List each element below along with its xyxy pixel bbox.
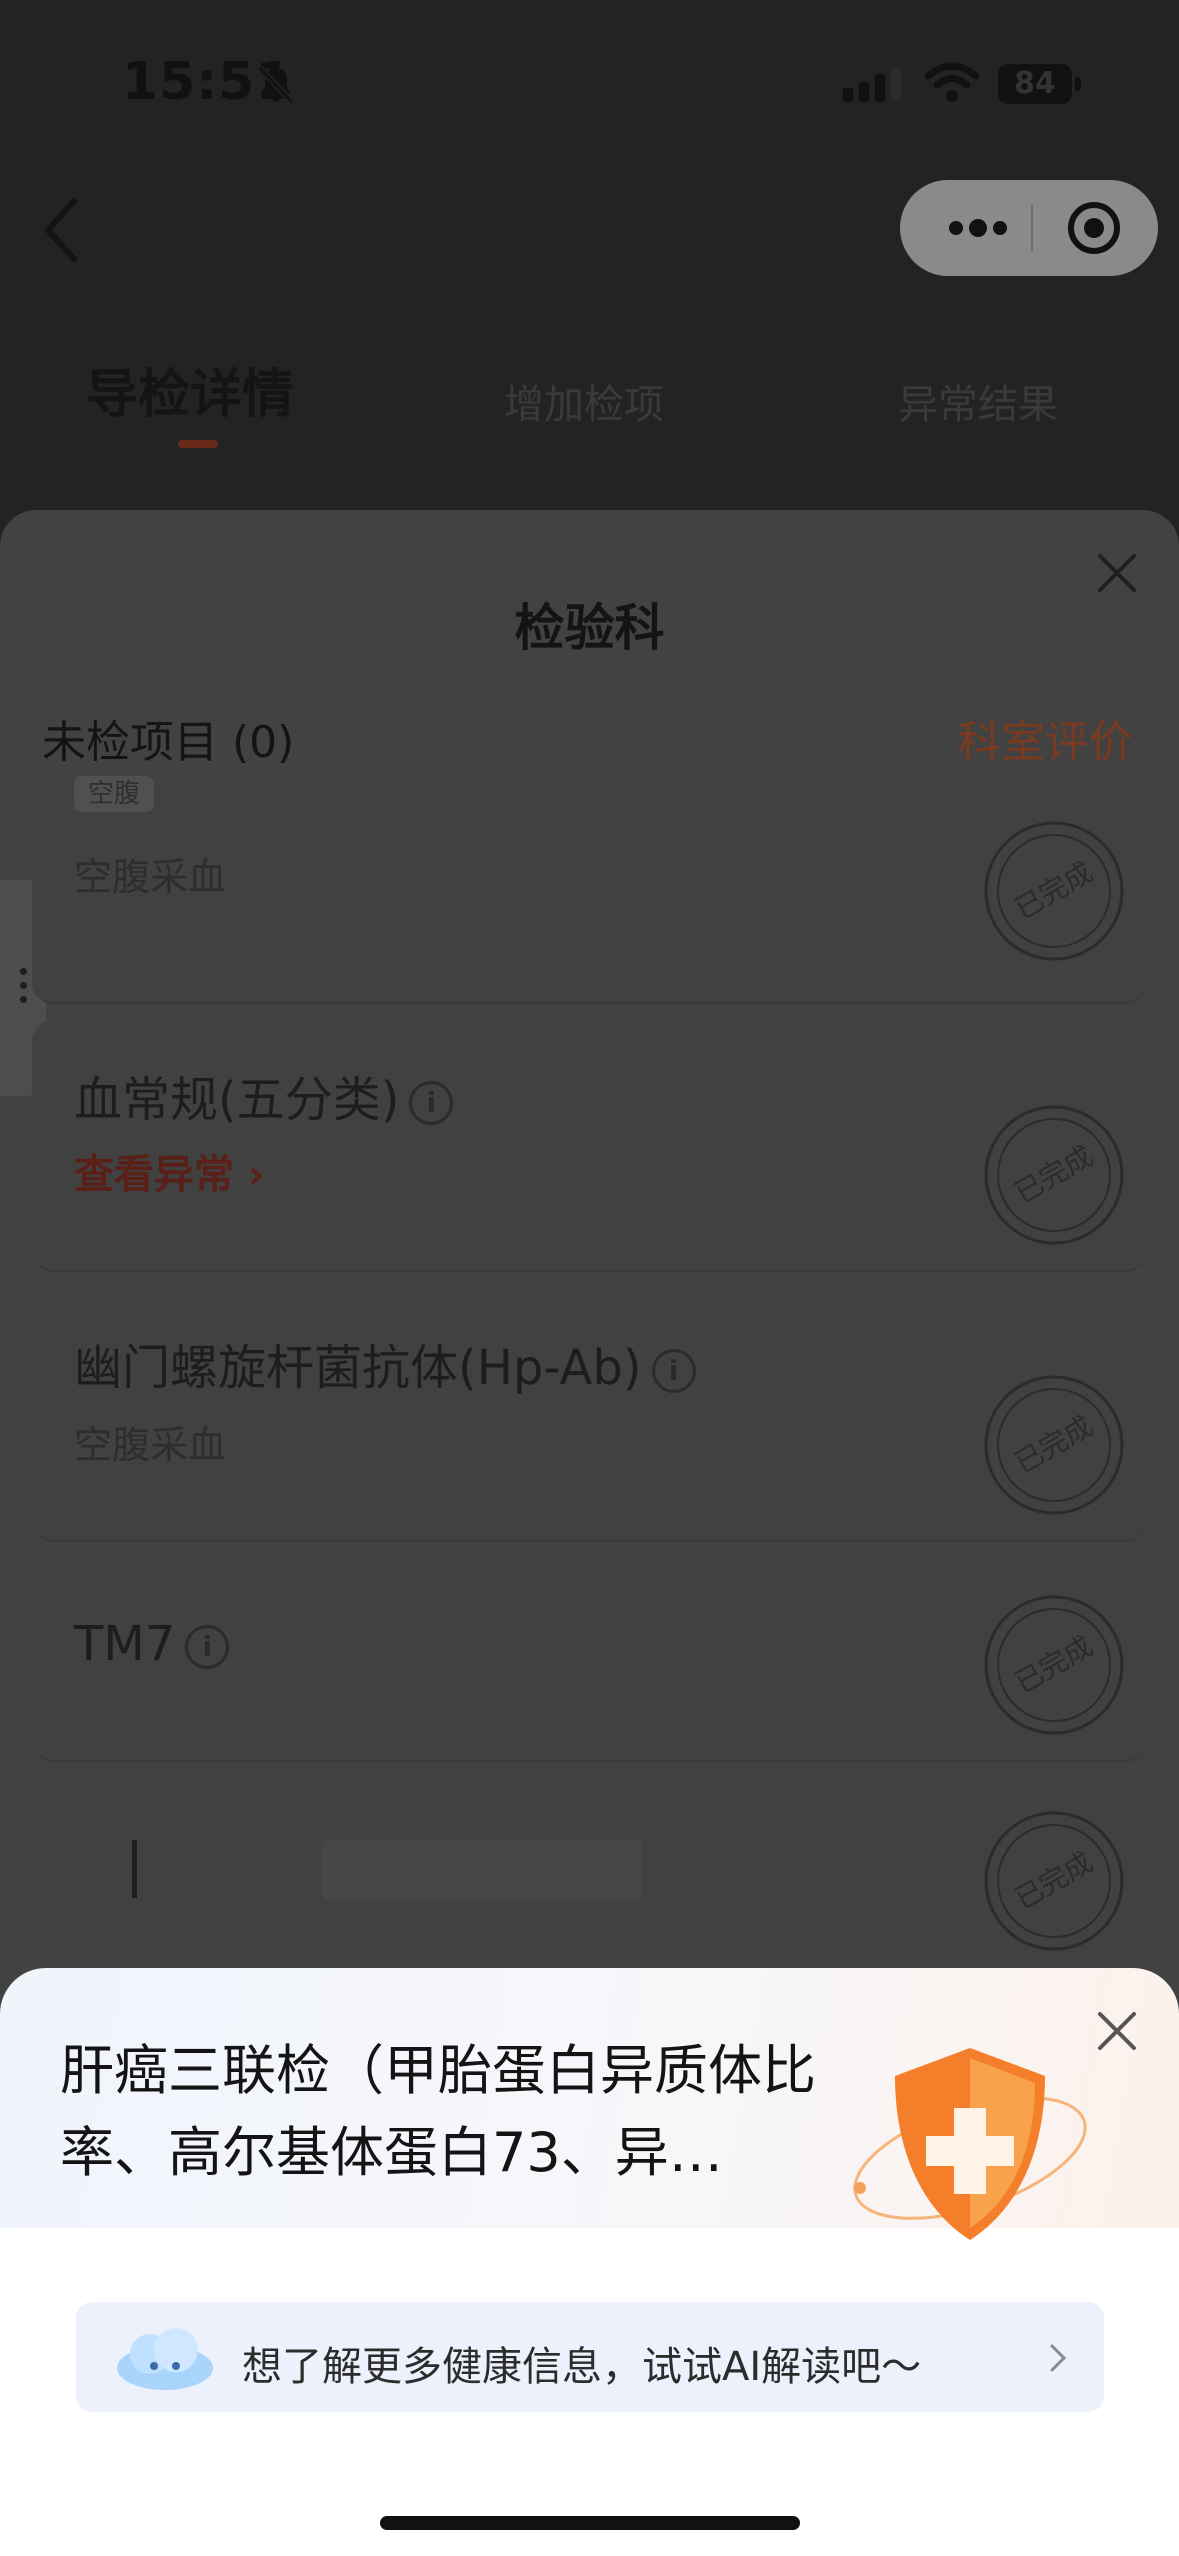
stamp-label: 已完成 [1009, 1845, 1098, 1916]
item-note: 空腹采血 [74, 855, 227, 899]
exam-item-card[interactable]: 空腹 空腹采血 已完成 [32, 776, 1147, 1004]
close-icon[interactable] [1096, 2010, 1138, 2052]
stamp-label: 已完成 [1009, 1629, 1098, 1700]
popup-title: 肝癌三联检（甲胎蛋白异质体比率、高尔基体蛋白73、异… [60, 2039, 816, 2184]
stamp-label: 已完成 [1009, 1139, 1098, 1210]
battery-icon: 84 [998, 64, 1081, 104]
item-name-wrap: 幽门螺旋杆菌抗体(Hp-Ab) i [74, 1328, 696, 1398]
exam-item-card[interactable]: 幽门螺旋杆菌抗体(Hp-Ab) i 空腹采血 已完成 [32, 1290, 1147, 1542]
item-name: 血常规(五分类) [74, 1072, 400, 1128]
item-name: 幽门螺旋杆菌抗体(Hp-Ab) [74, 1340, 642, 1396]
target-icon[interactable] [1066, 200, 1122, 256]
ai-interpret-banner[interactable]: 想了解更多健康信息，试试AI解读吧～ [76, 2302, 1104, 2412]
item-name-wrap: 血常规(五分类) i [74, 1060, 454, 1130]
home-indicator[interactable] [380, 2516, 800, 2530]
item-name: TM7 [74, 1616, 176, 1672]
stamp-label: 已完成 [1009, 855, 1098, 926]
page: 15:51 84 导检详情 增加检项 异常结果 检验科 未检项目 (0) 科室评… [0, 0, 1179, 2556]
tab-active-indicator [178, 440, 218, 448]
view-abnormal-link[interactable]: 查看异常 › [74, 1142, 264, 1200]
stamp-label: 已完成 [1009, 1409, 1098, 1480]
info-icon[interactable]: i [409, 1081, 454, 1125]
info-icon[interactable]: i [185, 1625, 230, 1669]
blurred-text [322, 1840, 642, 1900]
signal-icon [843, 66, 901, 102]
chevron-right-icon [1050, 2344, 1067, 2372]
exam-item-card[interactable]: TM7 i 已完成 [32, 1560, 1147, 1762]
exam-item-card[interactable]: 血常规(五分类) i 查看异常 › 已完成 [32, 1020, 1147, 1272]
view-abnormal-label: 查看异常 [74, 1152, 234, 1198]
stamp-icon: 已完成 [984, 821, 1124, 961]
bell-mute-icon [257, 65, 295, 105]
blurred-text [132, 1840, 137, 1898]
health-tip-popup: 肝癌三联检（甲胎蛋白异质体比率、高尔基体蛋白73、异… 想了解更多健康信息，试试… [0, 1968, 1179, 2556]
stamp-icon: 已完成 [984, 1811, 1124, 1951]
back-icon[interactable] [40, 195, 80, 265]
cloud-icon [117, 2328, 213, 2390]
ai-prompt-text: 想了解更多健康信息，试试AI解读吧～ [242, 2344, 922, 2390]
tab-add-items[interactable]: 增加检项 [504, 372, 664, 430]
item-note: 空腹采血 [74, 1423, 227, 1467]
pending-items-label: 未检项目 (0) [42, 717, 295, 768]
sheet-title: 检验科 [514, 599, 665, 657]
chevron-right-icon: › [234, 1152, 265, 1198]
stamp-icon: 已完成 [984, 1375, 1124, 1515]
exam-item-card[interactable]: 已完成 [32, 1780, 1147, 1982]
item-tag: 空腹 [74, 776, 155, 812]
status-bar: 15:51 84 [0, 0, 1179, 170]
wifi-icon [924, 62, 980, 102]
mini-program-capsule [900, 180, 1158, 276]
stamp-icon: 已完成 [984, 1595, 1124, 1735]
tab-guide-details[interactable]: 导检详情 [86, 352, 294, 427]
item-name-wrap: TM7 i [74, 1616, 230, 1672]
info-icon[interactable]: i [651, 1349, 696, 1393]
shield-icon [853, 2048, 1087, 2240]
stamp-icon: 已完成 [984, 1105, 1124, 1245]
department-rating-link[interactable]: 科室评价 [957, 706, 1133, 770]
tab-abnormal-results[interactable]: 异常结果 [898, 372, 1058, 430]
more-icon[interactable] [936, 210, 1032, 246]
capsule-divider [1031, 204, 1033, 252]
